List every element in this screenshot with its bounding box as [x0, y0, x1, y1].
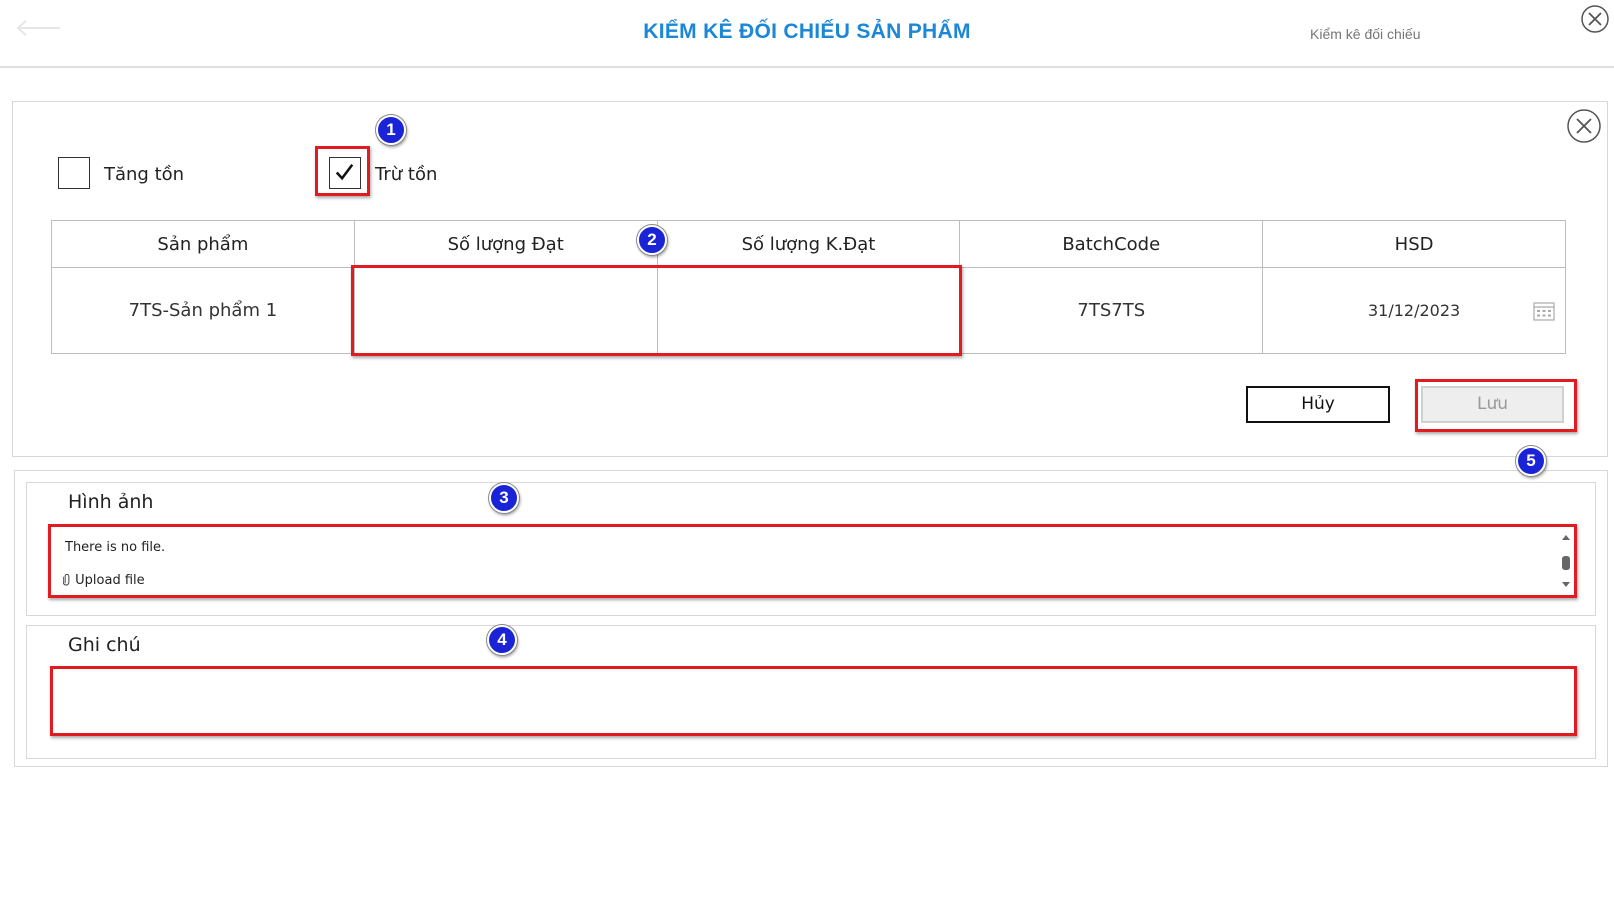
scrollbar[interactable]: [1559, 532, 1573, 590]
qty-pass-input[interactable]: [353, 267, 658, 354]
card-close-icon[interactable]: [1566, 108, 1602, 144]
decrease-stock-checkbox[interactable]: [329, 157, 361, 189]
annotation-badge-2: 2: [637, 225, 667, 255]
no-file-text: There is no file.: [65, 540, 166, 555]
col-qty-fail: Số lượng K.Đạt: [656, 220, 961, 268]
batchcode-cell: 7TS7TS: [959, 267, 1264, 354]
annotation-badge-4: 4: [487, 625, 517, 655]
increase-stock-label: Tăng tồn: [104, 164, 185, 185]
close-icon[interactable]: [1580, 4, 1610, 34]
product-table: Sản phẩm Số lượng Đạt Số lượng K.Đạt Bat…: [51, 220, 1566, 354]
search-input[interactable]: [1310, 18, 1580, 50]
upload-file-link[interactable]: Upload file: [62, 573, 145, 588]
table-header-row: Sản phẩm Số lượng Đạt Số lượng K.Đạt Bat…: [51, 220, 1566, 268]
cancel-button[interactable]: Hủy: [1246, 386, 1390, 423]
images-title: Hình ảnh: [68, 491, 154, 513]
annotation-badge-5: 5: [1516, 446, 1546, 476]
col-product: Sản phẩm: [51, 220, 355, 268]
decrease-stock-label: Trừ tồn: [375, 164, 438, 185]
col-expiry: HSD: [1262, 220, 1566, 268]
expiry-cell[interactable]: 31/12/2023: [1262, 267, 1566, 354]
table-row: 7TS-Sản phẩm 1 7TS7TS 31/12/2023: [51, 267, 1566, 354]
calendar-icon[interactable]: [1533, 301, 1555, 321]
increase-stock-checkbox[interactable]: [58, 157, 90, 189]
notes-title: Ghi chú: [68, 634, 141, 656]
paperclip-icon: [62, 573, 70, 586]
annotation-badge-1: 1: [376, 115, 406, 145]
notes-textarea[interactable]: [51, 670, 1573, 733]
col-batchcode: BatchCode: [959, 220, 1264, 268]
expiry-date-value: 31/12/2023: [1367, 301, 1461, 320]
top-bar: KIỂM KÊ ĐỐI CHIẾU SẢN PHẨM: [0, 0, 1614, 68]
checkmark-icon: [335, 164, 354, 181]
save-button[interactable]: Lưu: [1421, 386, 1564, 423]
upload-file-label: Upload file: [75, 573, 145, 588]
annotation-badge-3: 3: [489, 483, 519, 513]
qty-fail-input[interactable]: [656, 267, 961, 354]
product-cell: 7TS-Sản phẩm 1: [51, 267, 355, 354]
file-upload-area: There is no file. Upload file: [51, 528, 1573, 594]
col-qty-pass: Số lượng Đạt: [353, 220, 658, 268]
